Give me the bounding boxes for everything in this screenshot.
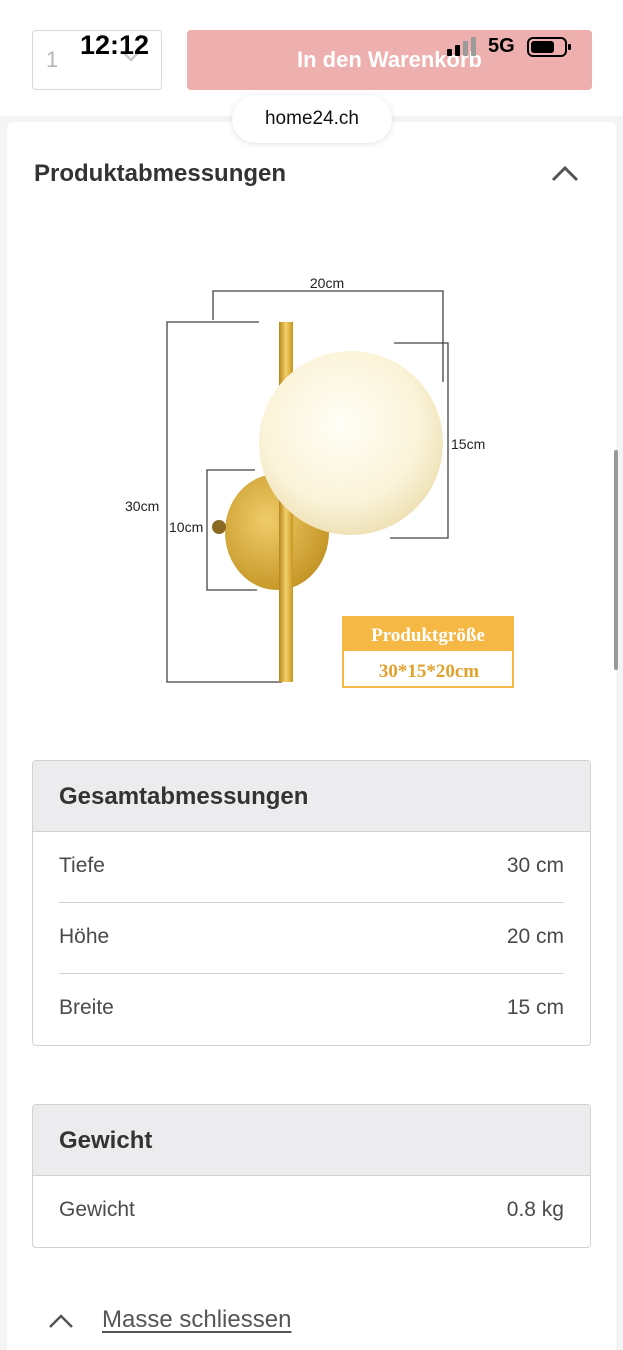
battery-icon <box>527 37 571 57</box>
table-row: Tiefe 30 cm <box>59 832 564 903</box>
row-label: Breite <box>59 996 114 1019</box>
weight-table: Gewicht Gewicht 0.8 kg <box>32 1104 591 1248</box>
overall-dimensions-table: Gesamtabmessungen Tiefe 30 cm Höhe 20 cm… <box>32 760 591 1046</box>
globe-label: 15cm <box>451 436 485 452</box>
table-row: Höhe 20 cm <box>59 903 564 974</box>
chevron-up-icon[interactable] <box>550 164 580 184</box>
row-label: Gewicht <box>59 1198 135 1221</box>
chevron-up-icon <box>49 1314 73 1328</box>
row-value: 15 cm <box>506 996 564 1019</box>
url-bar[interactable]: home24.ch <box>232 95 392 143</box>
row-label: Tiefe <box>59 854 105 877</box>
table-title: Gewicht <box>33 1105 590 1176</box>
width-label: 20cm <box>310 275 344 291</box>
product-dimension-image: 20cm 30cm 15cm 10cm Produktgröße 30*15*2… <box>125 275 514 688</box>
glass-globe <box>259 351 443 535</box>
badge-value: 30*15*20cm <box>379 661 479 682</box>
row-value: 20 cm <box>506 925 564 948</box>
screw <box>212 520 226 534</box>
table-row: Gewicht 0.8 kg <box>59 1176 564 1247</box>
section-title: Produktabmessungen <box>34 160 287 187</box>
product-dimensions-card: Produktabmessungen 20cm 30cm 15cm 10cm P… <box>7 122 616 1350</box>
base-label: 10cm <box>169 519 203 535</box>
table-title: Gesamtabmessungen <box>33 761 590 832</box>
row-label: Höhe <box>59 925 110 948</box>
row-value: 0.8 kg <box>506 1198 564 1221</box>
scrollbar[interactable] <box>614 450 618 670</box>
badge-title: Produktgröße <box>371 625 485 646</box>
status-time: 12:12 <box>80 30 150 60</box>
close-dimensions-toggle[interactable]: Masse schliessen <box>47 1302 347 1342</box>
height-label: 30cm <box>125 498 159 514</box>
row-value: 30 cm <box>506 854 564 877</box>
quantity-value: 1 <box>46 47 59 72</box>
signal-icon <box>447 37 476 56</box>
close-dimensions-link[interactable]: Masse schliessen <box>102 1306 291 1334</box>
network-type: 5G <box>488 35 515 57</box>
table-row: Breite 15 cm <box>59 974 564 1045</box>
